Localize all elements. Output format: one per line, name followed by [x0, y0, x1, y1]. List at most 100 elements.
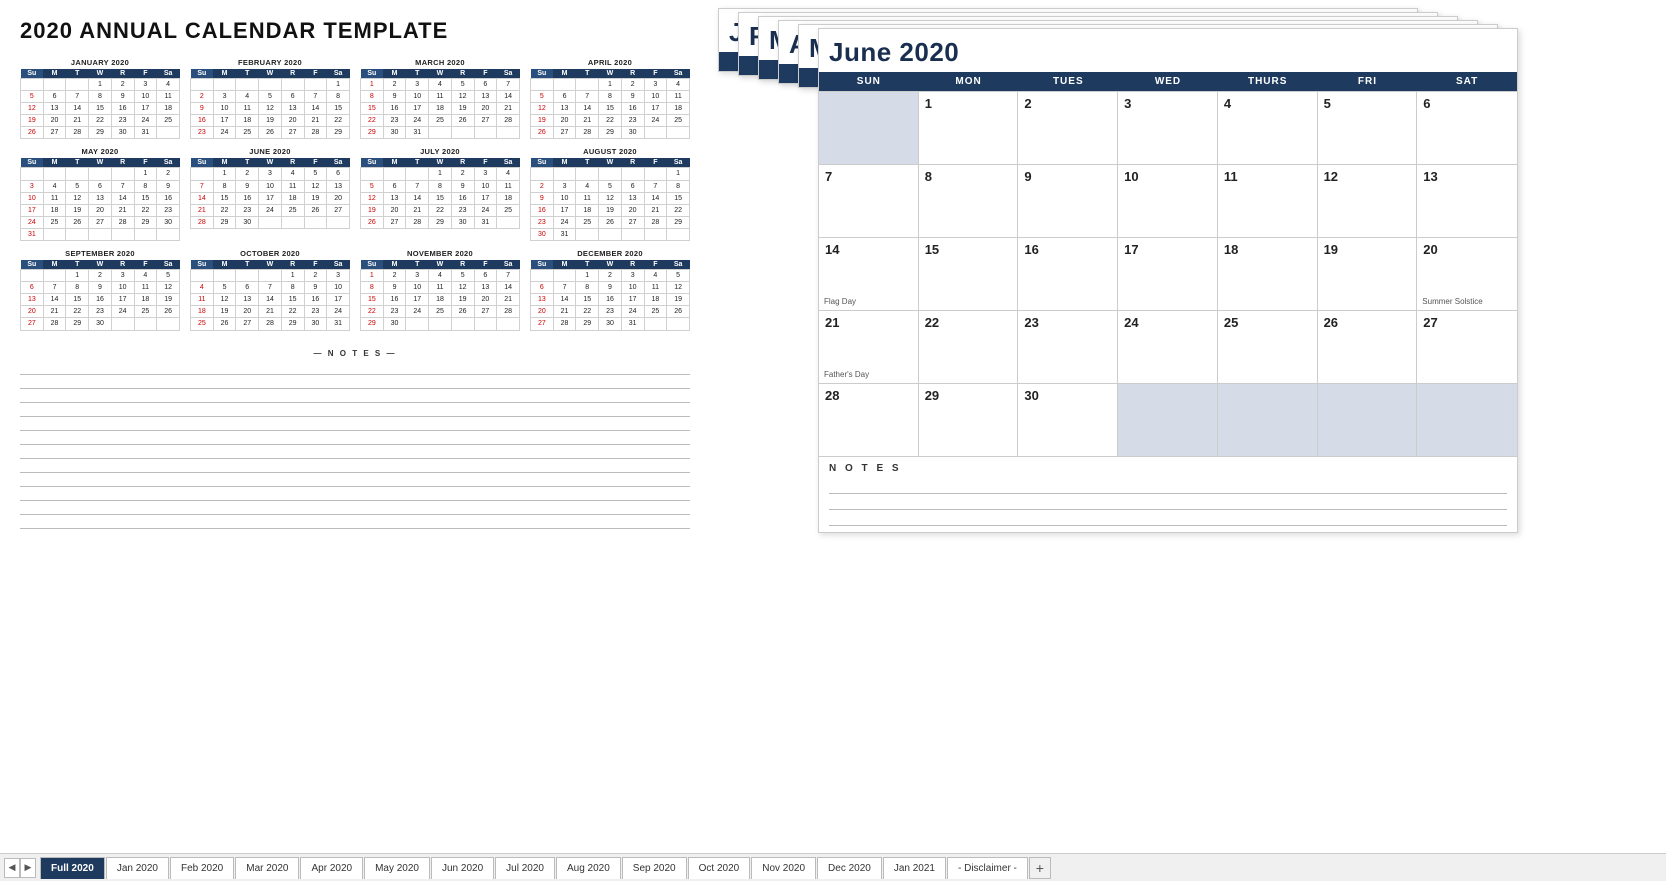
mini-cal-cell: 25: [157, 115, 180, 127]
mini-cal-cell: 18: [429, 294, 452, 306]
mini-cal-header-T: T: [236, 260, 259, 270]
tab-full-2020[interactable]: Full 2020: [40, 857, 105, 879]
mini-cal-cell: 5: [667, 270, 690, 282]
mini-cal-header-Sa: Sa: [327, 158, 350, 168]
tab-add-button[interactable]: +: [1029, 857, 1051, 879]
mini-cal-cell: 22: [576, 306, 599, 318]
tab-jul-2020[interactable]: Jul 2020: [495, 857, 555, 879]
mini-cal-cell: 31: [553, 228, 576, 240]
mini-cal-cell: 30: [531, 228, 554, 240]
mini-cal-cell: 6: [621, 180, 644, 192]
tab-aug-2020[interactable]: Aug 2020: [556, 857, 621, 879]
notes-line: [20, 375, 690, 389]
mini-cal-cell: [406, 318, 429, 330]
mini-cal-cell: 19: [66, 204, 89, 216]
mini-cal-header-W: W: [429, 158, 452, 168]
mini-cal-cell: 14: [406, 192, 429, 204]
mini-cal-cell: 19: [599, 204, 622, 216]
mini-cal-header-R: R: [451, 260, 474, 270]
tab-may-2020[interactable]: May 2020: [364, 857, 430, 879]
monthly-cal-cell: [1318, 384, 1418, 456]
tab-jan-2020[interactable]: Jan 2020: [106, 857, 169, 879]
mini-cal-cell: 18: [667, 103, 690, 115]
mini-cal-cell: 2: [236, 168, 259, 180]
tab-apr-2020[interactable]: Apr 2020: [300, 857, 363, 879]
tab-nov-2020[interactable]: Nov 2020: [751, 857, 816, 879]
mini-cal-cell: 30: [383, 127, 406, 139]
mini-cal-cell: 3: [474, 168, 497, 180]
mini-cal-header-R: R: [281, 158, 304, 168]
jun-wed: WED: [1118, 72, 1218, 91]
tab-jun-2020[interactable]: Jun 2020: [431, 857, 494, 879]
mini-cal-cell: 9: [236, 180, 259, 192]
mini-cal-cell: 17: [213, 115, 236, 127]
monthly-cal-cell: 8: [919, 165, 1019, 237]
mini-cal-header-T: T: [236, 69, 259, 79]
mini-cal-cell: 8: [89, 91, 112, 103]
mini-cal-cell: [66, 228, 89, 240]
mini-cal-cell: 23: [89, 306, 112, 318]
mini-cal-cell: 23: [157, 204, 180, 216]
mini-cal-july-2020: JULY 2020SuMTWRFSa1234567891011121314151…: [360, 147, 520, 241]
tab-nav-next[interactable]: ▶: [20, 858, 36, 878]
june-notes-line: [829, 510, 1507, 526]
mini-cal-header-T: T: [66, 158, 89, 168]
tab-sep-2020[interactable]: Sep 2020: [622, 857, 687, 879]
mini-cal-cell: [111, 318, 134, 330]
mini-cal-cell: 12: [66, 192, 89, 204]
tab-oct-2020[interactable]: Oct 2020: [688, 857, 751, 879]
cell-note: Flag Day: [824, 297, 856, 306]
mini-cal-cell: 22: [667, 204, 690, 216]
mini-cal-cell: 11: [191, 294, 214, 306]
mini-cal-cell: [474, 127, 497, 139]
mini-cal-header-R: R: [281, 260, 304, 270]
monthly-cal-cell: 23: [1018, 311, 1118, 383]
cell-note: Summer Solstice: [1422, 297, 1482, 306]
mini-cal-cell: 12: [157, 282, 180, 294]
mini-cal-cell: [281, 216, 304, 228]
tab-dec-2020[interactable]: Dec 2020: [817, 857, 882, 879]
mini-cal-cell: 21: [497, 103, 520, 115]
monthly-cal-cell: 14Flag Day: [819, 238, 919, 310]
mini-cal-cell: 23: [451, 204, 474, 216]
mini-cal-cell: 10: [406, 282, 429, 294]
mini-cal-cell: 17: [644, 103, 667, 115]
mini-cal-cell: 18: [576, 204, 599, 216]
monthly-cal-cell: 21Father's Day: [819, 311, 919, 383]
mini-cal-cell: 8: [327, 91, 350, 103]
mini-cal-cell: 24: [213, 127, 236, 139]
mini-cal-cell: 14: [644, 192, 667, 204]
notes-header: — N O T E S —: [20, 349, 690, 358]
mini-cal-cell: 9: [599, 282, 622, 294]
tab-feb-2020[interactable]: Feb 2020: [170, 857, 234, 879]
mini-cal-cell: 8: [361, 91, 384, 103]
tab-mar-2020[interactable]: Mar 2020: [235, 857, 299, 879]
mini-cal-title: NOVEMBER 2020: [360, 249, 520, 258]
tab---disclaimer--[interactable]: - Disclaimer -: [947, 857, 1028, 879]
mini-cal-header-Su: Su: [531, 158, 554, 168]
mini-cal-cell: 24: [644, 115, 667, 127]
tab-bar: ◀ ▶ Full 2020Jan 2020Feb 2020Mar 2020Apr…: [0, 853, 1666, 881]
mini-cal-cell: 2: [621, 79, 644, 91]
mini-cal-cell: 4: [157, 79, 180, 91]
mini-cal-cell: 11: [429, 282, 452, 294]
mini-cal-cell: 9: [111, 91, 134, 103]
mini-cal-cell: [157, 318, 180, 330]
mini-cal-header-Sa: Sa: [327, 260, 350, 270]
mini-cal-cell: 1: [89, 79, 112, 91]
mini-cal-header-Sa: Sa: [157, 69, 180, 79]
mini-cal-cell: 7: [259, 282, 282, 294]
mini-cal-cell: 15: [213, 192, 236, 204]
mini-cal-cell: 27: [89, 216, 112, 228]
mini-cal-cell: 17: [21, 204, 44, 216]
tab-jan-2021[interactable]: Jan 2021: [883, 857, 946, 879]
mini-cal-cell: [191, 270, 214, 282]
mini-cal-cell: 14: [576, 103, 599, 115]
mini-cal-cell: 5: [451, 79, 474, 91]
mini-cal-cell: 26: [451, 306, 474, 318]
mini-cal-cell: 9: [191, 103, 214, 115]
mini-cal-cell: 21: [191, 204, 214, 216]
mini-cal-cell: 7: [644, 180, 667, 192]
tab-nav-prev[interactable]: ◀: [4, 858, 20, 878]
mini-cal-cell: 1: [281, 270, 304, 282]
